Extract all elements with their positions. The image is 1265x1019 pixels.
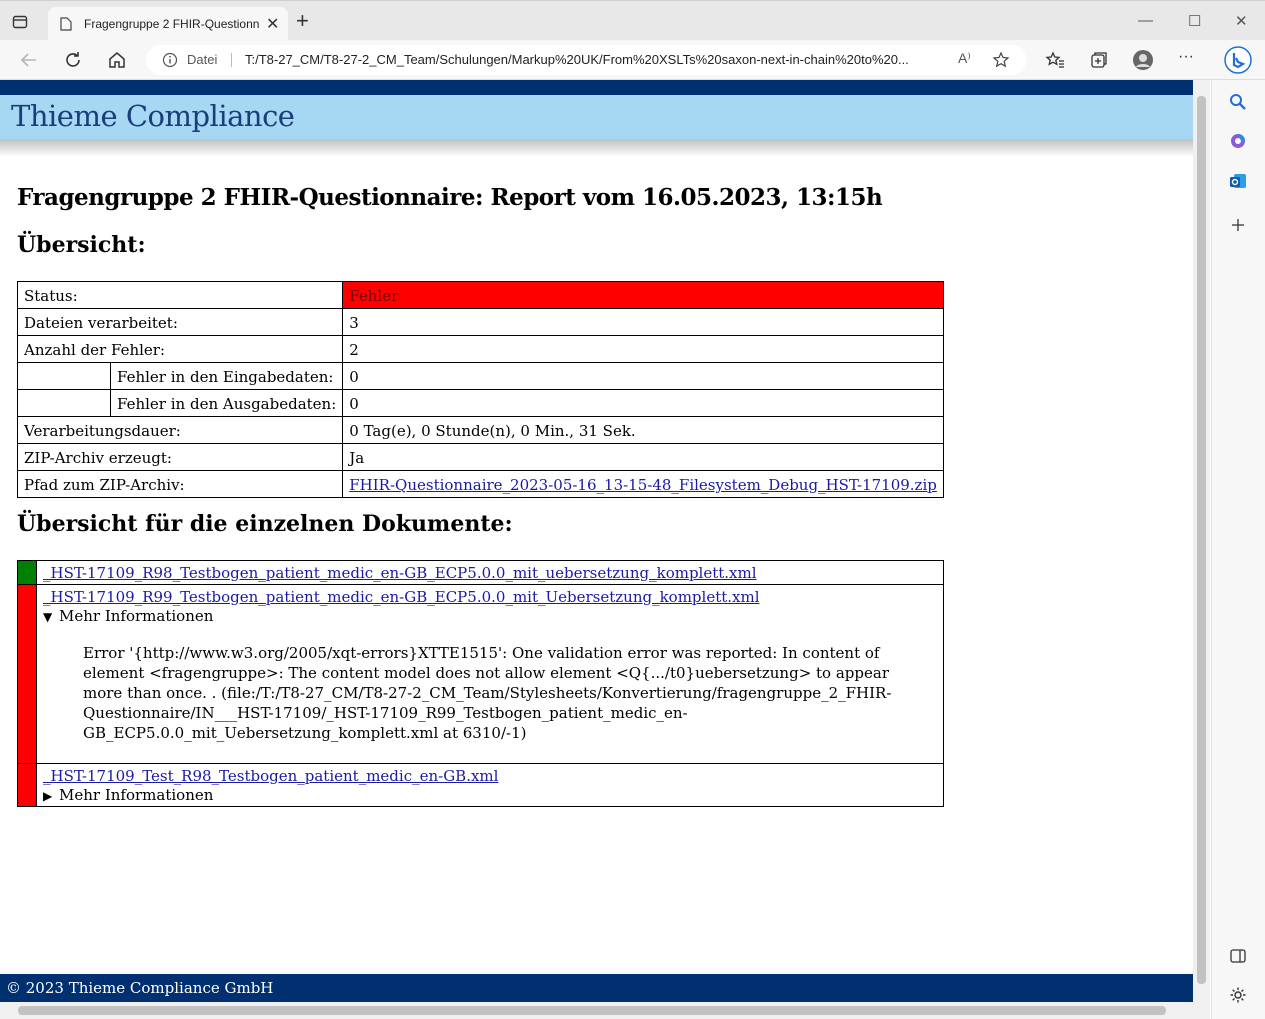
search-icon[interactable] <box>1228 92 1248 112</box>
address-bar[interactable]: Datei T:/T8-27_CM/T8-27-2_CM_Team/Schulu… <box>146 45 1026 75</box>
zip-path-cell: FHIR-Questionnaire_2023-05-16_13-15-48_F… <box>342 470 944 498</box>
settings-icon[interactable] <box>1228 985 1248 1005</box>
files-processed-label: Dateien verarbeitet: <box>16 308 344 336</box>
zip-created-label: ZIP-Archiv erzeugt: <box>16 443 344 471</box>
vertical-scroll-thumb[interactable] <box>1197 96 1206 984</box>
details-label: Mehr Informationen <box>59 607 214 625</box>
status-label: Status: <box>16 281 344 309</box>
document-cell: _HST-17109_Test_R98_Testbogen_patient_me… <box>36 763 944 807</box>
report-title: Fragengruppe 2 FHIR-Questionnaire: Repor… <box>17 184 883 211</box>
sidebar-toggle-icon[interactable] <box>12 14 28 30</box>
header-top-band <box>0 80 1193 95</box>
more-icon[interactable]: ··· <box>1178 48 1200 70</box>
documents-table: _HST-17109_R98_Testbogen_patient_medic_e… <box>17 560 944 807</box>
status-marker-error <box>17 763 37 807</box>
table-row: ZIP-Archiv erzeugt: Ja <box>16 443 944 471</box>
sidebar-panel-icon[interactable] <box>1228 946 1248 966</box>
address-separator <box>231 53 232 67</box>
new-tab-button[interactable]: + <box>296 10 309 32</box>
back-icon[interactable] <box>18 49 40 71</box>
table-row: Dateien verarbeitet: 3 <box>16 308 944 336</box>
error-message: Error '{http://www.w3.org/2005/xqt-error… <box>83 644 892 742</box>
status-marker-error <box>17 584 37 764</box>
minimize-button[interactable]: — <box>1138 12 1153 29</box>
indent-cell <box>17 362 111 390</box>
header-shadow <box>0 139 1193 157</box>
footer-copyright: © 2023 Thieme Compliance GmbH <box>6 979 274 997</box>
vertical-scrollbar[interactable] <box>1193 80 1210 1002</box>
document-cell: _HST-17109_R99_Testbogen_patient_medic_e… <box>36 584 944 764</box>
page-footer: © 2023 Thieme Compliance GmbH <box>0 974 1193 1002</box>
output-errors-label: Fehler in den Ausgabedaten: <box>109 389 344 417</box>
indent-cell <box>17 389 111 417</box>
document-row: _HST-17109_R98_Testbogen_patient_medic_e… <box>17 560 944 585</box>
document-cell: _HST-17109_R98_Testbogen_patient_medic_e… <box>36 560 944 585</box>
document-link[interactable]: _HST-17109_Test_R98_Testbogen_patient_me… <box>43 767 498 785</box>
document-link[interactable]: _HST-17109_R98_Testbogen_patient_medic_e… <box>43 564 757 582</box>
documents-heading: Übersicht für die einzelnen Dokumente: <box>17 511 513 537</box>
close-window-button[interactable]: ✕ <box>1235 12 1248 30</box>
document-link[interactable]: _HST-17109_R99_Testbogen_patient_medic_e… <box>43 588 760 606</box>
zip-path-label: Pfad zum ZIP-Archiv: <box>16 470 344 498</box>
add-favorite-icon[interactable] <box>992 51 1010 69</box>
brand-title: Thieme Compliance <box>11 99 295 133</box>
files-processed-value: 3 <box>342 308 944 336</box>
table-row: Fehler in den Ausgabedaten: 0 <box>17 389 944 417</box>
details-label: Mehr Informationen <box>59 786 214 804</box>
zip-created-value: Ja <box>342 443 944 471</box>
tab-close-button[interactable]: ✕ <box>266 14 279 34</box>
tab-title: Fragengruppe 2 FHIR-Questionnaire <box>84 17 260 31</box>
favorites-icon[interactable] <box>1044 49 1066 71</box>
input-errors-label: Fehler in den Eingabedaten: <box>109 362 344 390</box>
bing-icon[interactable] <box>1224 46 1252 74</box>
outlook-icon[interactable] <box>1228 171 1248 191</box>
browser-toolbar: Datei T:/T8-27_CM/T8-27-2_CM_Team/Schulu… <box>0 40 1265 80</box>
reload-icon[interactable] <box>62 49 84 71</box>
browser-tab-bar: Fragengruppe 2 FHIR-Questionnaire ✕ + — … <box>0 0 1265 41</box>
browser-tab[interactable]: Fragengruppe 2 FHIR-Questionnaire ✕ <box>48 7 288 41</box>
horizontal-scrollbar[interactable] <box>0 1002 1210 1019</box>
details-toggle[interactable]: ▼ Mehr Informationen <box>43 607 937 625</box>
page-viewport: Thieme Compliance Fragengruppe 2 FHIR-Qu… <box>0 80 1193 1002</box>
status-marker-ok <box>17 560 37 585</box>
input-errors-value: 0 <box>342 362 944 390</box>
collections-icon[interactable] <box>1088 49 1110 71</box>
table-row: Fehler in den Eingabedaten: 0 <box>17 362 944 390</box>
table-row: Verarbeitungsdauer: 0 Tag(e), 0 Stunde(n… <box>16 416 944 444</box>
profile-icon[interactable] <box>1132 49 1154 71</box>
home-icon[interactable] <box>106 49 128 71</box>
overview-table: Status: Fehler Dateien verarbeitet: 3 An… <box>16 281 944 498</box>
copilot-icon[interactable] <box>1228 131 1248 151</box>
horizontal-scroll-thumb[interactable] <box>18 1006 1166 1015</box>
error-count-label: Anzahl der Fehler: <box>16 335 344 363</box>
page-icon <box>60 17 72 31</box>
details-toggle[interactable]: ▶ Mehr Informationen <box>43 786 937 804</box>
document-row: _HST-17109_Test_R98_Testbogen_patient_me… <box>17 763 944 807</box>
output-errors-value: 0 <box>342 389 944 417</box>
error-count-value: 2 <box>342 335 944 363</box>
add-icon[interactable] <box>1228 215 1248 235</box>
status-value: Fehler <box>342 281 944 309</box>
zip-path-link[interactable]: FHIR-Questionnaire_2023-05-16_13-15-48_F… <box>349 476 937 494</box>
url-text[interactable]: T:/T8-27_CM/T8-27-2_CM_Team/Schulungen/M… <box>245 52 945 67</box>
duration-value: 0 Tag(e), 0 Stunde(n), 0 Min., 31 Sek. <box>342 416 944 444</box>
expanded-triangle-icon: ▼ <box>43 610 53 624</box>
collapsed-triangle-icon: ▶ <box>43 789 53 803</box>
page-header: Thieme Compliance <box>0 95 1193 139</box>
duration-label: Verarbeitungsdauer: <box>16 416 344 444</box>
info-icon[interactable] <box>162 52 178 68</box>
document-row: _HST-17109_R99_Testbogen_patient_medic_e… <box>17 584 944 764</box>
table-row: Pfad zum ZIP-Archiv: FHIR-Questionnaire_… <box>16 470 944 498</box>
maximize-button[interactable]: ☐ <box>1188 12 1201 30</box>
overview-heading: Übersicht: <box>17 232 146 258</box>
scheme-label: Datei <box>187 52 218 67</box>
table-row: Anzahl der Fehler: 2 <box>16 335 944 363</box>
edge-sidebar <box>1211 80 1265 1019</box>
read-aloud-icon[interactable]: A⁾ <box>958 50 971 67</box>
table-row: Status: Fehler <box>16 281 944 309</box>
